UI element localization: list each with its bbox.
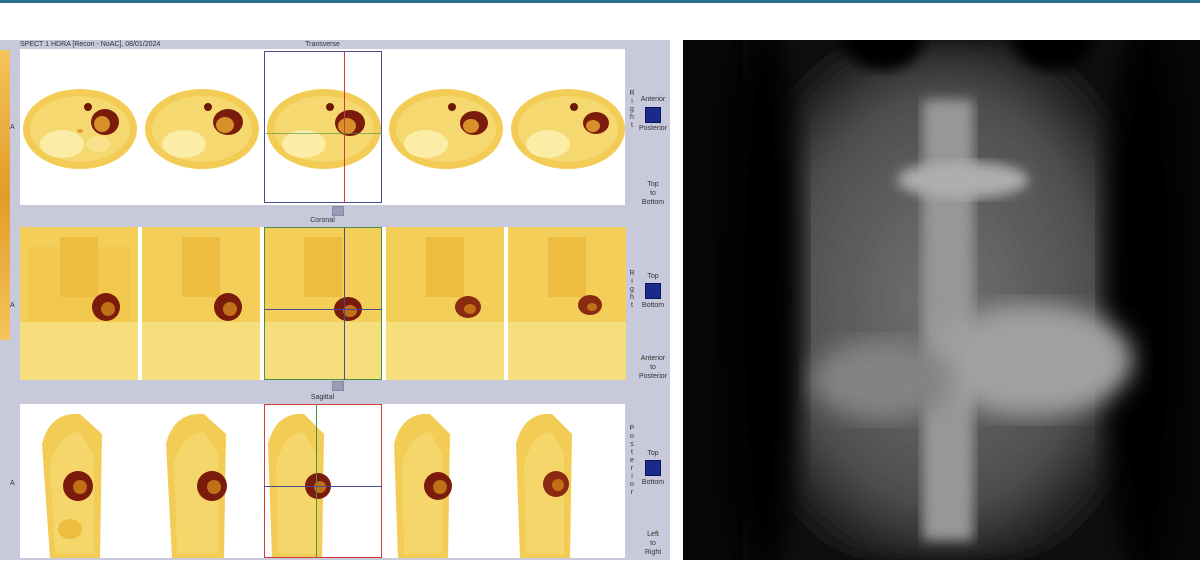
row-letter-coronal: A <box>10 302 15 309</box>
sagittal-slice[interactable] <box>508 404 626 558</box>
slice-direction-label: Top to Bottom <box>641 181 665 206</box>
body-orientation-icon[interactable] <box>645 283 661 299</box>
row-letter-sagittal: A <box>10 480 15 487</box>
selection-box[interactable] <box>264 227 382 380</box>
top-accent-bar <box>0 0 1200 3</box>
spect-viewer: SPECT 1 HDRA [Recon - NoAC], 08/01/2024 … <box>0 40 670 560</box>
orient-bottom-label: Bottom <box>641 479 665 486</box>
orient-top-label: Anterior <box>640 96 666 103</box>
coronal-slice[interactable] <box>20 227 138 380</box>
selection-box[interactable] <box>264 51 382 203</box>
crosshair-horizontal[interactable] <box>264 486 382 487</box>
orient-top-label: Top <box>647 273 659 280</box>
panel-title-transverse: Transverse <box>305 41 340 48</box>
coronal-slice[interactable] <box>386 227 504 380</box>
crosshair-horizontal[interactable] <box>264 309 382 310</box>
transverse-slice[interactable] <box>386 49 504 205</box>
body-orientation-icon[interactable] <box>645 460 661 476</box>
crosshair-vertical[interactable] <box>316 404 317 558</box>
crosshair-vertical[interactable] <box>344 227 345 380</box>
row-letter-transverse: A <box>10 124 15 131</box>
panel-title-sagittal: Sagittal <box>310 394 335 401</box>
sagittal-slice[interactable] <box>386 404 504 558</box>
sagittal-slice[interactable] <box>20 404 138 558</box>
orient-bottom-label: Bottom <box>641 302 665 309</box>
planar-scan-image <box>683 40 1200 560</box>
coronal-panel <box>20 227 626 380</box>
color-scale-strip <box>0 50 10 340</box>
panel-title-coronal: Coronal <box>310 217 335 224</box>
selection-box[interactable] <box>264 404 382 558</box>
panel-divider-handle[interactable] <box>332 206 344 216</box>
transverse-slice[interactable] <box>142 49 260 205</box>
slice-direction-label: Anterior to Posterior <box>638 355 667 380</box>
transverse-slice[interactable] <box>508 49 626 205</box>
transverse-panel <box>20 49 625 205</box>
panel-divider-handle[interactable] <box>332 381 344 391</box>
sagittal-slice[interactable] <box>142 404 260 558</box>
crosshair-horizontal[interactable] <box>264 133 382 134</box>
coronal-slice[interactable] <box>508 227 626 380</box>
orient-bottom-label: Posterior <box>638 125 667 132</box>
sagittal-panel <box>20 404 625 558</box>
head-orientation-icon[interactable] <box>645 107 661 123</box>
slice-direction-label: Left to Right <box>644 531 662 556</box>
transverse-slice[interactable] <box>20 49 138 205</box>
coronal-slice[interactable] <box>142 227 260 380</box>
crosshair-vertical[interactable] <box>344 51 345 203</box>
orient-top-label: Top <box>647 450 659 457</box>
